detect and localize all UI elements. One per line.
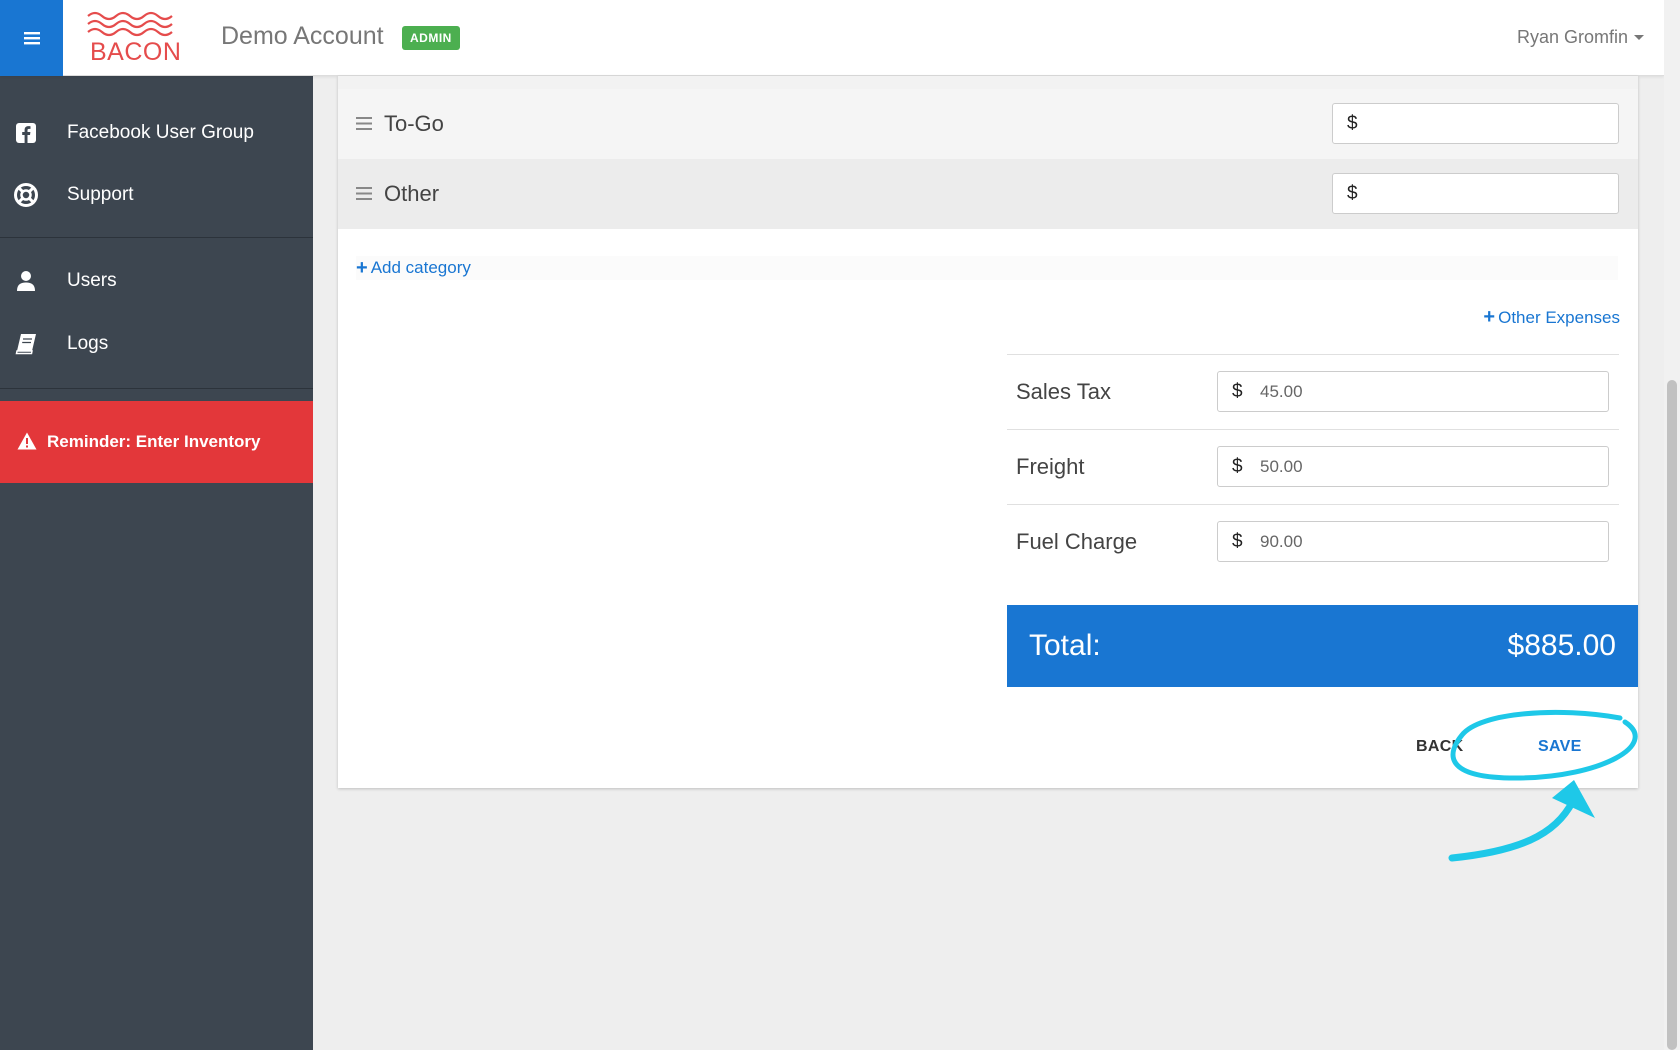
sidebar-item-users[interactable]: Users: [0, 250, 313, 312]
divider: [1007, 354, 1619, 355]
save-button[interactable]: SAVE: [1538, 738, 1582, 756]
category-amount-input[interactable]: $: [1332, 103, 1619, 144]
caret-down-icon: [1634, 35, 1644, 40]
expense-label: Sales Tax: [1016, 379, 1111, 404]
plus-icon: +: [356, 256, 368, 279]
category-name: To-Go: [384, 111, 444, 136]
freight-input[interactable]: $ 50.00: [1217, 446, 1609, 487]
total-value: $885.00: [1507, 629, 1616, 662]
user-name: Ryan Gromfin: [1516, 27, 1628, 47]
sidebar-item-logs[interactable]: Logs: [0, 313, 313, 375]
input-value: 45.00: [1260, 381, 1303, 401]
category-amount-input[interactable]: $: [1332, 173, 1619, 214]
category-row: To-Go $: [338, 89, 1638, 159]
sidebar-item-label: Logs: [67, 333, 109, 354]
reminder-text: Reminder: Enter Inventory: [47, 432, 261, 451]
add-category-link[interactable]: + Add category: [356, 256, 1618, 280]
currency-symbol: $: [1232, 380, 1243, 402]
drag-handle-icon[interactable]: [356, 117, 372, 135]
expense-card: To-Go $ Other $ + Add category + Other E…: [338, 76, 1638, 788]
expense-label: Freight: [1016, 454, 1085, 479]
logo[interactable]: BACON: [86, 10, 182, 66]
category-row: Other $: [338, 159, 1638, 229]
top-header: BACON Demo Account ADMIN Ryan Gromfin: [0, 0, 1664, 76]
expense-label: Fuel Charge: [1016, 529, 1138, 554]
lifebuoy-icon: [14, 183, 38, 207]
fuel-charge-input[interactable]: $ 90.00: [1217, 521, 1609, 562]
currency-symbol: $: [1347, 182, 1358, 204]
back-button[interactable]: BACK: [1416, 738, 1463, 756]
input-value: 90.00: [1260, 531, 1303, 551]
sidebar-item-label: Facebook User Group: [67, 122, 254, 143]
reminder-banner[interactable]: Reminder: Enter Inventory: [0, 401, 313, 483]
currency-symbol: $: [1347, 112, 1358, 134]
hamburger-icon: [23, 32, 40, 45]
scrollbar-thumb[interactable]: [1667, 380, 1677, 1050]
sidebar-divider: [0, 388, 313, 389]
sidebar-divider: [0, 237, 313, 238]
account-name: Demo Account: [221, 22, 384, 50]
category-row-partial: [338, 76, 1638, 89]
category-name: Other: [384, 181, 440, 206]
divider: [1007, 429, 1619, 430]
user-icon: [14, 269, 38, 293]
user-menu[interactable]: Ryan Gromfin: [1517, 27, 1644, 48]
warning-icon: [17, 432, 37, 455]
add-category-label: Add category: [370, 258, 471, 277]
currency-symbol: $: [1232, 530, 1243, 552]
other-expenses-link[interactable]: + Other Expenses: [1483, 306, 1620, 329]
drag-handle-icon[interactable]: [356, 187, 372, 205]
logo-text: BACON: [90, 38, 182, 66]
currency-symbol: $: [1232, 455, 1243, 477]
page-scrollbar[interactable]: [1664, 0, 1680, 1050]
book-icon: [14, 332, 38, 356]
waves-icon: [87, 11, 173, 37]
input-value: 50.00: [1260, 456, 1303, 476]
sidebar: Facebook User Group Support Users Logs R…: [0, 0, 313, 1050]
sidebar-item-facebook-user-group[interactable]: Facebook User Group: [0, 102, 313, 164]
plus-icon: +: [1483, 306, 1496, 328]
arrow-curve: [1448, 791, 1580, 862]
sales-tax-input[interactable]: $ 45.00: [1217, 371, 1609, 412]
sidebar-item-label: Support: [67, 184, 134, 205]
role-badge: ADMIN: [402, 26, 460, 50]
total-label: Total:: [1029, 629, 1101, 662]
other-expenses-label: Other Expenses: [1498, 307, 1620, 327]
divider: [1007, 504, 1619, 505]
sidebar-item-support[interactable]: Support: [0, 164, 313, 226]
facebook-icon: [14, 121, 38, 145]
sidebar-item-label: Users: [67, 270, 117, 291]
menu-toggle-button[interactable]: [0, 0, 63, 76]
total-bar: Total: $885.00: [1007, 605, 1638, 687]
